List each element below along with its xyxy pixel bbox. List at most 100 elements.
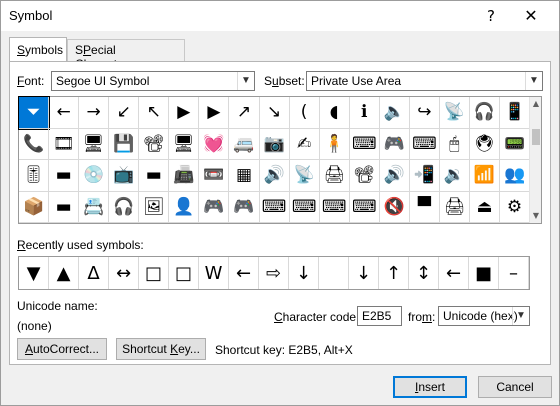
symbol-cell[interactable]: 💓: [199, 128, 230, 160]
help-button[interactable]: ?: [473, 1, 509, 31]
symbol-cell[interactable]: 🖼: [139, 191, 170, 223]
symbol-cell[interactable]: ↪: [409, 97, 440, 129]
insert-button[interactable]: Insert: [393, 376, 467, 398]
chevron-down-icon[interactable]: ▼: [512, 307, 529, 325]
symbol-cell[interactable]: ▬: [49, 191, 80, 223]
symbol-cell[interactable]: ↘: [259, 97, 290, 129]
from-select[interactable]: Unicode (hex) ▼: [438, 306, 530, 326]
symbol-cell[interactable]: 📱: [500, 97, 531, 129]
symbol-cell[interactable]: ▬: [139, 160, 170, 192]
symbol-cell[interactable]: 🖥: [169, 128, 200, 160]
recent-symbol-cell[interactable]: ↕: [409, 257, 439, 289]
symbol-cell[interactable]: 📶: [469, 160, 500, 192]
symbol-cell[interactable]: 💾: [109, 128, 140, 160]
recent-symbol-cell[interactable]: [319, 257, 349, 289]
symbol-cell[interactable]: ▬: [49, 160, 80, 192]
shortcut-key-button[interactable]: Shortcut Key...: [116, 338, 206, 360]
symbol-cell[interactable]: ⌨: [289, 191, 320, 223]
symbol-cell[interactable]: 🖥: [79, 128, 110, 160]
symbol-cell[interactable]: 🔈: [379, 97, 410, 129]
recent-symbol-cell[interactable]: ↓: [349, 257, 379, 289]
symbol-cell[interactable]: ▦: [229, 160, 260, 192]
tab-symbols[interactable]: Symbols: [9, 37, 67, 61]
symbol-cell[interactable]: →: [79, 97, 110, 129]
symbol-cell[interactable]: ⚙: [500, 191, 531, 223]
symbol-cell[interactable]: ⏷: [17, 96, 51, 130]
recent-symbol-cell[interactable]: ▼: [19, 257, 49, 289]
symbol-cell[interactable]: 🔉: [439, 160, 470, 192]
symbol-cell[interactable]: 📽: [139, 128, 170, 160]
tab-special-characters[interactable]: SPecial Characters: [67, 39, 185, 71]
recent-symbol-cell[interactable]: ↔: [109, 257, 139, 289]
symbol-cell[interactable]: 📡: [439, 97, 470, 129]
symbol-cell[interactable]: 💿: [79, 160, 110, 192]
symbol-cell[interactable]: 📷: [259, 128, 290, 160]
symbol-cell[interactable]: 👤: [169, 191, 200, 223]
subset-select[interactable]: Private Use Area ▼: [306, 71, 543, 91]
symbol-cell[interactable]: 🖨: [439, 191, 470, 223]
symbol-cell[interactable]: ↖: [139, 97, 170, 129]
recent-symbol-cell[interactable]: ↓: [289, 257, 319, 289]
recent-symbol-cell[interactable]: –: [499, 257, 529, 289]
symbol-cell[interactable]: ⌨: [349, 128, 380, 160]
symbol-cell[interactable]: 🎧: [469, 97, 500, 129]
symbol-cell[interactable]: 🚐: [229, 128, 260, 160]
symbol-cell[interactable]: 🔊: [379, 160, 410, 192]
recent-symbol-cell[interactable]: ■: [469, 257, 499, 289]
recent-symbol-cell[interactable]: Δ: [79, 257, 109, 289]
symbol-cell[interactable]: 🔇: [379, 191, 410, 223]
recent-symbol-cell[interactable]: ←: [439, 257, 469, 289]
symbol-cell[interactable]: 🎧: [109, 191, 140, 223]
scroll-down-icon[interactable]: ▼: [530, 209, 542, 223]
symbol-cell[interactable]: ⌨: [409, 128, 440, 160]
symbol-cell[interactable]: 🔊: [259, 160, 290, 192]
scroll-thumb[interactable]: [532, 129, 540, 145]
symbol-cell[interactable]: 📲: [409, 160, 440, 192]
autocorrect-button[interactable]: AutoCorrect...: [17, 338, 107, 360]
recent-symbol-cell[interactable]: ⇨: [259, 257, 289, 289]
symbol-grid-scrollbar[interactable]: ▲ ▼: [529, 97, 541, 223]
chevron-down-icon[interactable]: ▼: [525, 72, 542, 90]
symbol-cell[interactable]: 📞: [19, 128, 50, 160]
symbol-cell[interactable]: 🎞: [49, 128, 80, 160]
symbol-cell[interactable]: 🎮: [199, 191, 230, 223]
symbol-cell[interactable]: ↙: [109, 97, 140, 129]
symbol-cell[interactable]: 📦: [19, 191, 50, 223]
symbol-cell[interactable]: ▶: [199, 97, 230, 129]
symbol-cell[interactable]: 🎚: [19, 160, 50, 192]
symbol-cell[interactable]: ⏏: [469, 191, 500, 223]
recent-symbol-cell[interactable]: □: [169, 257, 199, 289]
recent-symbol-cell[interactable]: ↑: [379, 257, 409, 289]
symbol-cell[interactable]: 📟: [500, 128, 531, 160]
symbol-cell[interactable]: 📼: [199, 160, 230, 192]
symbol-cell[interactable]: 📡: [289, 160, 320, 192]
symbol-cell[interactable]: ◖: [319, 97, 350, 129]
symbol-cell[interactable]: ⌨: [259, 191, 290, 223]
symbol-cell[interactable]: ↗: [229, 97, 260, 129]
symbol-cell[interactable]: (: [289, 97, 320, 129]
chevron-down-icon[interactable]: ▼: [237, 72, 254, 90]
symbol-cell[interactable]: 🎮: [379, 128, 410, 160]
symbol-cell[interactable]: 🧍: [319, 128, 350, 160]
symbol-cell[interactable]: 🖲: [469, 128, 500, 160]
symbol-cell[interactable]: ←: [49, 97, 80, 129]
symbol-cell[interactable]: 📺: [109, 160, 140, 192]
cancel-button[interactable]: Cancel: [478, 376, 552, 398]
symbol-cell[interactable]: 📠: [169, 160, 200, 192]
symbol-cell[interactable]: ✍: [289, 128, 320, 160]
symbol-cell[interactable]: ▶: [169, 97, 200, 129]
symbol-cell[interactable]: ℹ: [349, 97, 380, 129]
symbol-cell[interactable]: 👥: [500, 160, 531, 192]
symbol-cell[interactable]: 🖱: [439, 128, 470, 160]
symbol-cell[interactable]: 📽: [349, 160, 380, 192]
symbol-cell[interactable]: ▀: [409, 191, 440, 223]
close-button[interactable]: ✕: [513, 1, 549, 31]
symbol-cell[interactable]: 🎮: [229, 191, 260, 223]
recent-symbol-cell[interactable]: ←: [229, 257, 259, 289]
symbol-cell[interactable]: ⌨: [349, 191, 380, 223]
symbol-cell[interactable]: 🖨: [319, 160, 350, 192]
recent-symbol-cell[interactable]: □: [139, 257, 169, 289]
character-code-input[interactable]: E2B5: [357, 306, 402, 326]
symbol-cell[interactable]: 📇: [79, 191, 110, 223]
symbol-cell[interactable]: ⌨: [319, 191, 350, 223]
